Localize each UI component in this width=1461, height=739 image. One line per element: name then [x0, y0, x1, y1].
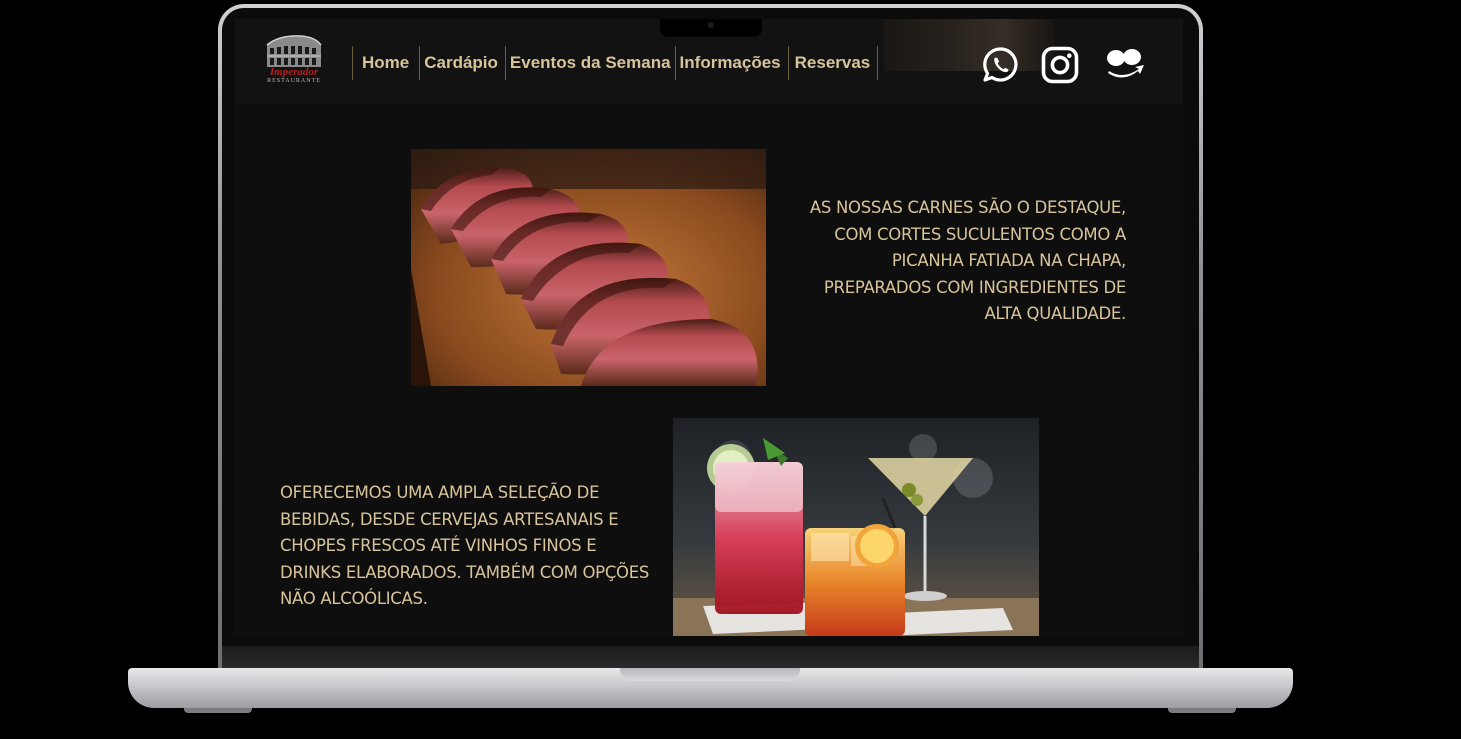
logo-subtitle: RESTAURANTE: [267, 78, 321, 84]
nav-cardapio[interactable]: Cardápio: [419, 46, 505, 80]
drinks-description: Oferecemos uma ampla seleção de bebidas,…: [280, 483, 650, 608]
laptop-foot-right: [1168, 708, 1236, 713]
main-nav: Home Cardápio Eventos da Semana Informaç…: [352, 45, 879, 81]
instagram-icon[interactable]: [1041, 46, 1079, 84]
whatsapp-icon[interactable]: [982, 46, 1020, 84]
nav-eventos-da-semana[interactable]: Eventos da Semana: [504, 46, 675, 80]
ifood-icon[interactable]: [1105, 47, 1145, 83]
colosseum-icon: [266, 35, 322, 67]
drinks-image: [673, 418, 1039, 636]
nav-informacoes[interactable]: Informações: [674, 46, 788, 80]
nav-home[interactable]: Home: [352, 46, 419, 80]
restaurant-logo[interactable]: Imperador RESTAURANTE: [262, 33, 326, 89]
logo-name: Imperador: [269, 66, 319, 78]
camera-notch: [660, 19, 762, 37]
header-background-image: [884, 19, 1054, 71]
laptop-base-groove: [620, 668, 800, 681]
browser-screen: Imperador RESTAURANTE Home Cardápio Even…: [234, 19, 1183, 636]
meat-description: As nossas carnes são o destaque, com cor…: [809, 198, 1126, 323]
picanha-image: [411, 149, 766, 386]
nav-reservas[interactable]: Reservas: [787, 46, 879, 80]
screen-bottom-edge: [222, 646, 1199, 668]
laptop-foot-left: [184, 708, 252, 713]
